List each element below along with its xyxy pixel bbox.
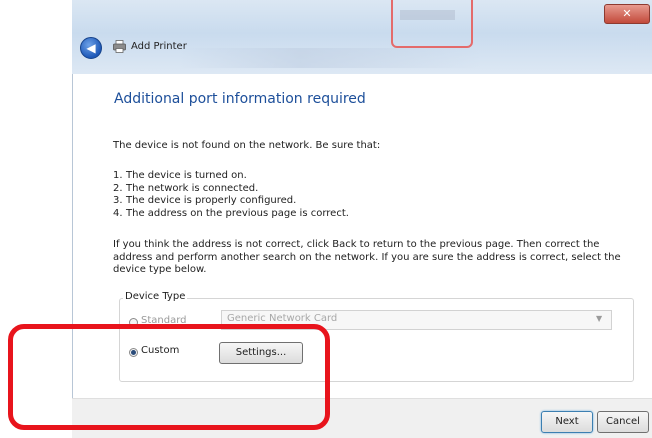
top-highlight-box <box>391 0 473 48</box>
instructions-paragraph: If you think the address is not correct,… <box>113 239 621 275</box>
cancel-button[interactable]: Cancel <box>597 411 649 433</box>
list-item: 1. The device is turned on. <box>113 170 247 181</box>
chevron-down-icon[interactable]: ▼ <box>596 314 602 323</box>
back-arrow-icon[interactable]: ◀ <box>80 37 102 59</box>
device-type-label: Device Type <box>123 291 188 302</box>
list-item: 2. The network is connected. <box>113 182 259 194</box>
page-heading: Additional port information required <box>114 91 366 107</box>
close-button[interactable]: ✕ <box>604 4 650 24</box>
list-item: 4. The address on the previous page is co… <box>113 207 349 219</box>
intro-text: The device is not found on the network. … <box>113 140 381 151</box>
checklist: 1. The device is turned on. 2. The network… <box>113 170 349 220</box>
nav-title: Add Printer <box>131 41 187 52</box>
custom-highlight-box <box>8 324 330 430</box>
list-item: 3. The device is properly configured. <box>113 195 297 206</box>
printer-icon <box>113 40 126 53</box>
next-button[interactable]: Next <box>541 411 593 433</box>
device-type-dropdown-value: Generic Network Card <box>227 313 338 324</box>
title-bar-blur <box>180 48 480 68</box>
